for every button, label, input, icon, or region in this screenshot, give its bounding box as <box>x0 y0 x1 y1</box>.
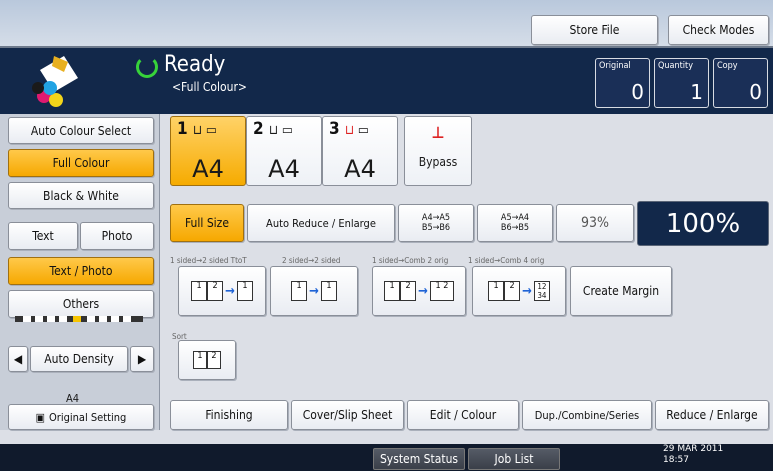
quantity-counter: Quantity 1 <box>654 58 709 108</box>
arrow-right-icon: → <box>522 283 532 299</box>
copy-value: 0 <box>749 80 762 104</box>
tab-reduce-enlarge[interactable]: Reduce / Enlarge <box>655 400 769 430</box>
original-setting-label: Original Setting <box>49 410 127 424</box>
density-indicator <box>15 316 143 322</box>
arrow-left-icon: ◀ <box>13 352 23 366</box>
sort-stack-icon: 1 <box>193 351 207 369</box>
full-size-button[interactable]: Full Size <box>170 204 244 242</box>
density-lighter-button[interactable]: ◀ <box>8 346 28 372</box>
page-1-icon: 1 <box>191 281 208 301</box>
page-2-icon: 2 <box>207 281 224 301</box>
auto-reduce-enlarge-button[interactable]: Auto Reduce / Enlarge <box>247 204 395 242</box>
bypass-button[interactable]: ⊥ Bypass <box>404 116 472 186</box>
duplex-label-1: 1 sided→2 sided TtoT <box>170 256 247 265</box>
original-counter: Original 0 <box>595 58 650 108</box>
page-1-icon: 1 <box>488 281 505 301</box>
colour-mode-status: <Full Colour> <box>172 80 247 94</box>
tab-dup-combine-series[interactable]: Dup./Combine/Series <box>522 400 652 430</box>
auto-colour-select-button[interactable]: Auto Colour Select <box>8 117 154 144</box>
text-photo-button[interactable]: Text / Photo <box>8 257 154 285</box>
tray-1-button[interactable]: 1 ⊔ ▭ A4 <box>170 116 246 186</box>
others-button[interactable]: Others <box>8 290 154 318</box>
tray-icon: ⊔ ▭ <box>269 123 293 138</box>
tray-2-number: 2 <box>253 119 264 139</box>
tray-icon: ⊔ ▭ <box>193 123 217 138</box>
job-list-button[interactable]: Job List <box>468 448 560 470</box>
tray-3-size: A4 <box>344 155 376 183</box>
tab-finishing[interactable]: Finishing <box>170 400 288 430</box>
duplex-2-to-2-button[interactable]: 1 → 1 <box>270 266 358 316</box>
copy-label: Copy <box>717 61 738 71</box>
density-darker-button[interactable]: ▶ <box>130 346 154 372</box>
auto-density-label: Auto Density <box>44 352 114 366</box>
duplex-label-2: 2 sided→2 sided <box>282 256 341 265</box>
auto-density-button[interactable]: Auto Density <box>30 346 128 372</box>
tab-cover-slip-sheet[interactable]: Cover/Slip Sheet <box>291 400 404 430</box>
sort-stack-icon: 2 <box>207 351 221 369</box>
duplex-label-4: 1 sided→Comb 4 orig <box>468 256 545 265</box>
arrow-right-icon: → <box>309 283 319 299</box>
tray-2-button[interactable]: 2 ⊔ ▭ A4 <box>246 116 322 186</box>
tray-1-size: A4 <box>192 155 224 183</box>
ready-status: Ready <box>164 52 226 77</box>
color-copy-logo-icon <box>32 56 78 107</box>
check-modes-button[interactable]: Check Modes <box>668 15 769 45</box>
quantity-value: 1 <box>690 80 703 104</box>
text-button[interactable]: Text <box>8 222 78 250</box>
zoom-ratio-display: 100% <box>637 201 769 246</box>
enlarge-a5-a4-label: A5→A4 <box>500 213 530 223</box>
create-margin-button[interactable]: Create Margin <box>570 266 672 316</box>
combined-4-page-icon: 12 34 <box>533 281 550 301</box>
bypass-label: Bypass <box>418 155 458 169</box>
black-white-button[interactable]: Black & White <box>8 182 154 209</box>
date-text: 29 MAR 2011 <box>663 444 724 454</box>
sort-button[interactable]: 1 2 <box>178 340 236 380</box>
system-status-button[interactable]: System Status <box>373 448 465 470</box>
reduce-a4-a5-button[interactable]: A4→A5 B5→B6 <box>398 204 474 242</box>
tray-icon: ⊔ ▭ <box>345 123 369 138</box>
duplex-page-icon: 1 <box>236 281 253 301</box>
page-1-icon: 1 <box>384 281 401 301</box>
copy-counter: Copy 0 <box>713 58 768 108</box>
tray-1-number: 1 <box>177 119 188 139</box>
original-setting-icon: ▣ <box>35 410 46 424</box>
datetime-display: 29 MAR 2011 18:57 <box>663 444 723 466</box>
bypass-icon: ⊥ <box>431 123 445 142</box>
original-label: Original <box>599 61 631 71</box>
arrow-right-icon: ▶ <box>137 352 147 366</box>
duplex-1-to-2-button[interactable]: 12 → 1 <box>178 266 266 316</box>
tray-3-button[interactable]: 3 ⊔ ▭ A4 <box>322 116 398 186</box>
tray-3-number: 3 <box>329 119 340 139</box>
enlarge-a5-a4-button[interactable]: A5→A4 B6→B5 <box>477 204 553 242</box>
tray-2-size: A4 <box>268 155 300 183</box>
ratio-93-button[interactable]: 93% <box>556 204 634 242</box>
page-2-icon: 2 <box>504 281 521 301</box>
arrow-right-icon: → <box>418 283 428 299</box>
time-text: 18:57 <box>663 455 689 465</box>
page-2-icon: 2 <box>400 281 417 301</box>
photo-button[interactable]: Photo <box>80 222 154 250</box>
duplex-label-3: 1 sided→Comb 2 orig <box>372 256 449 265</box>
combine-2-button[interactable]: 12 → 1 2 <box>372 266 466 316</box>
combine-4-button[interactable]: 12 → 12 34 <box>472 266 566 316</box>
enlarge-b6-b5-label: B6→B5 <box>500 223 530 233</box>
tab-edit-colour[interactable]: Edit / Colour <box>407 400 519 430</box>
arrow-right-icon: → <box>225 283 235 299</box>
original-value: 0 <box>631 80 644 104</box>
duplex-page-icon: 1 <box>291 281 308 301</box>
reduce-a4-a5-label: A4→A5 <box>421 213 451 223</box>
original-setting-button[interactable]: ▣ Original Setting <box>8 404 154 430</box>
quantity-label: Quantity <box>658 61 693 71</box>
duplex-page-icon: 1 <box>320 281 337 301</box>
store-file-button[interactable]: Store File <box>531 15 658 45</box>
combined-page-icon: 1 2 <box>429 281 454 301</box>
full-colour-button[interactable]: Full Colour <box>8 149 154 177</box>
reduce-b5-b6-label: B5→B6 <box>421 223 451 233</box>
ready-status-icon <box>136 56 158 78</box>
